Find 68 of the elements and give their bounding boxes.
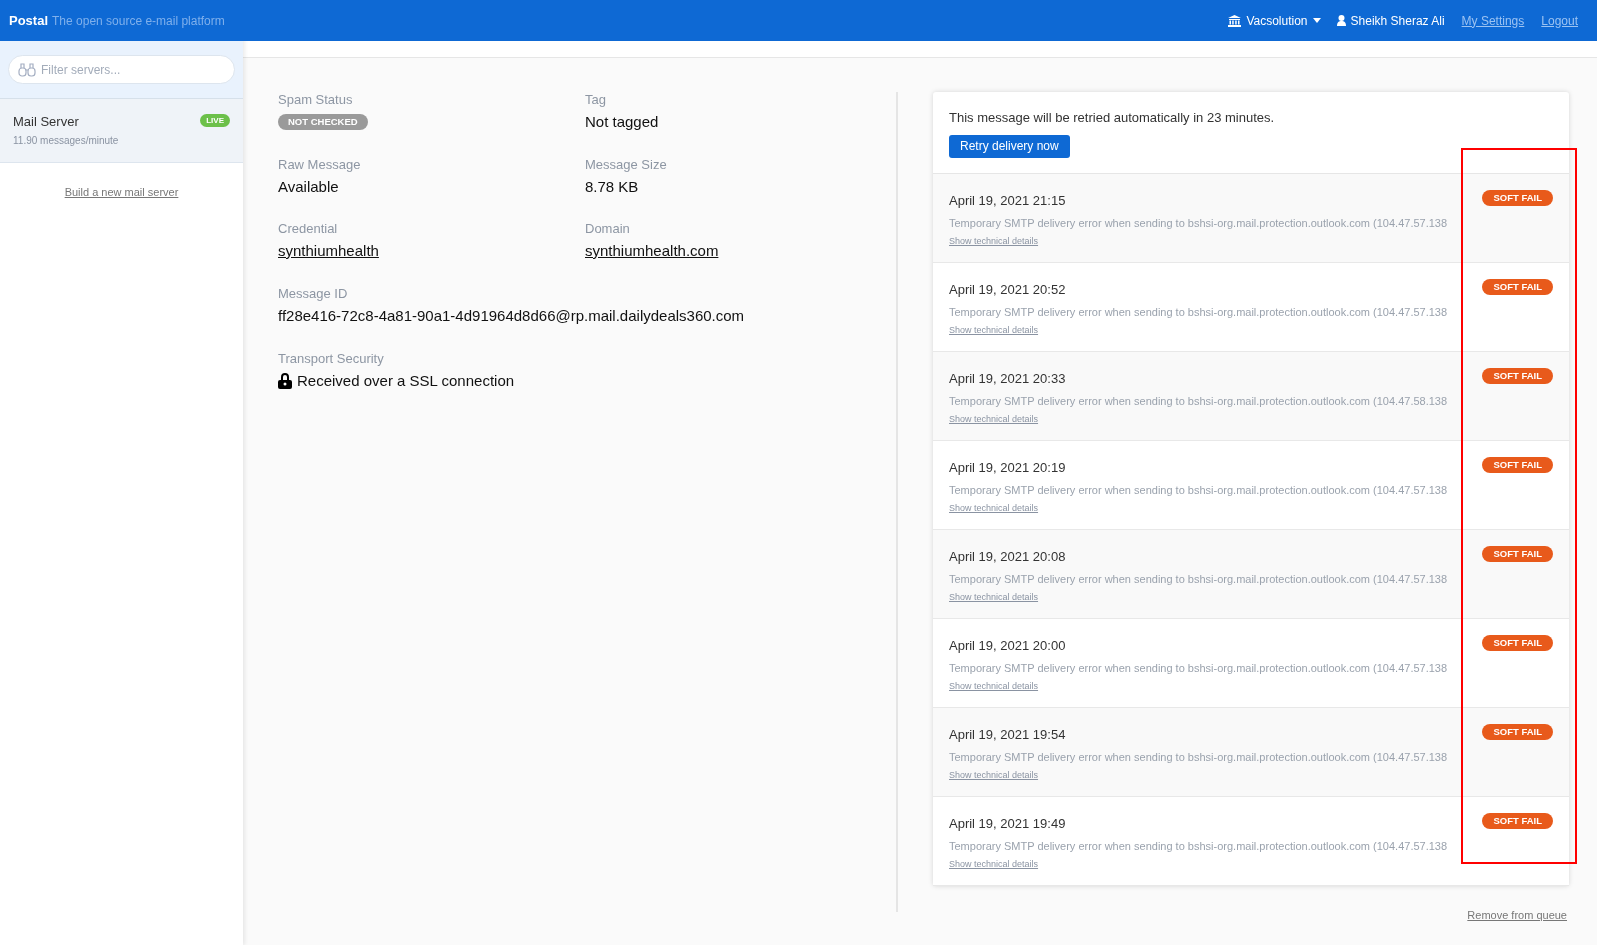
lock-icon xyxy=(278,372,292,390)
user-icon xyxy=(1336,15,1346,26)
attempt-time: April 19, 2021 20:52 xyxy=(949,280,1066,299)
status-badge: SOFT FAIL xyxy=(1482,278,1553,295)
logout-link[interactable]: Logout xyxy=(1541,11,1578,30)
brand-name[interactable]: Postal xyxy=(9,10,48,31)
status-badge: SOFT FAIL xyxy=(1482,189,1553,206)
attempt-detail: Temporary SMTP delivery error when sending to bshsi-org.mail.protection.outlook.com (104.47.57.138 xyxy=(949,483,1449,498)
server-item[interactable]: Mail Server 11.90 messages/minute LIVE xyxy=(0,99,243,163)
status-badge: SOFT FAIL xyxy=(1482,545,1553,562)
caret-icon xyxy=(1312,18,1321,23)
field-value: 8.78 KB xyxy=(585,176,640,197)
user-name: Sheikh Sheraz Ali xyxy=(1336,11,1445,30)
attempt-detail: Temporary SMTP delivery error when sending to bshsi-org.mail.protection.outlook.com (104.47.58.138 xyxy=(949,394,1449,409)
attempt-detail: Temporary SMTP delivery error when sending to bshsi-org.mail.protection.outlook.com (104.47.57.138 xyxy=(949,572,1449,587)
retry-notice: This message will be retried automatically in 23 minutes. xyxy=(949,109,1276,127)
field-value: Not tagged xyxy=(585,112,660,132)
attempt-detail: Temporary SMTP delivery error when sending to bshsi-org.mail.protection.outlook.com (104.47.57.138 xyxy=(949,305,1449,320)
search-field[interactable]: Filter servers... xyxy=(8,55,235,84)
field-label: Spam Status xyxy=(278,92,354,108)
server-name: Mail Server xyxy=(13,113,80,131)
field-label: Tag xyxy=(585,92,607,108)
tagline: The open source e-mail platform xyxy=(52,12,225,30)
attempt-time: April 19, 2021 19:49 xyxy=(949,814,1066,833)
server-rate: 11.90 messages/minute xyxy=(13,133,120,148)
field-link[interactable]: synthiumhealth xyxy=(278,240,379,263)
attempt-detail: Temporary SMTP delivery error when sending to bshsi-org.mail.protection.outlook.com (104.47.57.138 xyxy=(949,839,1449,854)
status-badge: LIVE xyxy=(200,114,230,127)
attempt-detail: Temporary SMTP delivery error when sending to bshsi-org.mail.protection.outlook.com (104.47.57.138 xyxy=(949,661,1449,676)
details-link[interactable]: Show technical details xyxy=(949,679,1039,693)
organization-menu[interactable]: Vacsolution xyxy=(1228,11,1321,30)
field-value: ff28e416-72c8-4a81-90a1-4d91964d8d66@rp.mail.dailydeals360.com xyxy=(278,306,746,326)
status-badge: SOFT FAIL xyxy=(1482,634,1553,651)
field-label: Domain xyxy=(585,221,631,237)
attempt-time: April 19, 2021 20:08 xyxy=(949,547,1066,566)
status-badge: SOFT FAIL xyxy=(1482,367,1553,384)
details-link[interactable]: Show technical details xyxy=(949,501,1039,515)
attempt-time: April 19, 2021 19:54 xyxy=(949,725,1066,744)
field-label: Transport Security xyxy=(278,350,385,367)
attempt-time: April 19, 2021 20:00 xyxy=(949,636,1066,655)
field-label: Message Size xyxy=(585,156,668,173)
build-server-link[interactable]: Build a new mail server xyxy=(64,185,179,198)
attempt-detail: Temporary SMTP delivery error when sending to bshsi-org.mail.protection.outlook.com (104.47.57.138 xyxy=(949,750,1449,765)
details-link[interactable]: Show technical details xyxy=(949,323,1039,337)
details-link[interactable]: Show technical details xyxy=(949,857,1039,871)
status-badge: SOFT FAIL xyxy=(1482,812,1553,829)
details-link[interactable]: Show technical details xyxy=(949,590,1039,604)
attempt-detail: Temporary SMTP delivery error when sending to bshsi-org.mail.protection.outlook.com (104.47.57.138 xyxy=(949,216,1449,231)
field-link[interactable]: synthiumhealth.com xyxy=(585,240,719,263)
retry-button[interactable]: Retry delivery now xyxy=(949,134,1070,158)
attempt-time: April 19, 2021 21:15 xyxy=(949,191,1066,210)
bank-icon xyxy=(1228,14,1242,27)
status-badge: SOFT FAIL xyxy=(1482,456,1553,473)
details-link[interactable]: Show technical details xyxy=(949,412,1039,426)
field-value: Available xyxy=(278,176,340,197)
field-label: Message ID xyxy=(278,286,349,302)
details-link[interactable]: Show technical details xyxy=(949,234,1039,248)
attempt-time: April 19, 2021 20:19 xyxy=(949,458,1066,477)
field-value: Received over a SSL connection xyxy=(297,370,515,391)
status-badge: SOFT FAIL xyxy=(1482,723,1553,740)
details-link[interactable]: Show technical details xyxy=(949,768,1039,782)
field-label: Raw Message xyxy=(278,156,362,173)
attempt-time: April 19, 2021 20:33 xyxy=(949,369,1066,388)
binoculars-icon xyxy=(18,62,36,77)
field-label: Credential xyxy=(278,221,339,237)
status-badge: NOT CHECKED xyxy=(278,114,368,130)
settings-link[interactable]: My Settings xyxy=(1461,11,1525,30)
remove-link[interactable]: Remove from queue xyxy=(1467,908,1567,921)
